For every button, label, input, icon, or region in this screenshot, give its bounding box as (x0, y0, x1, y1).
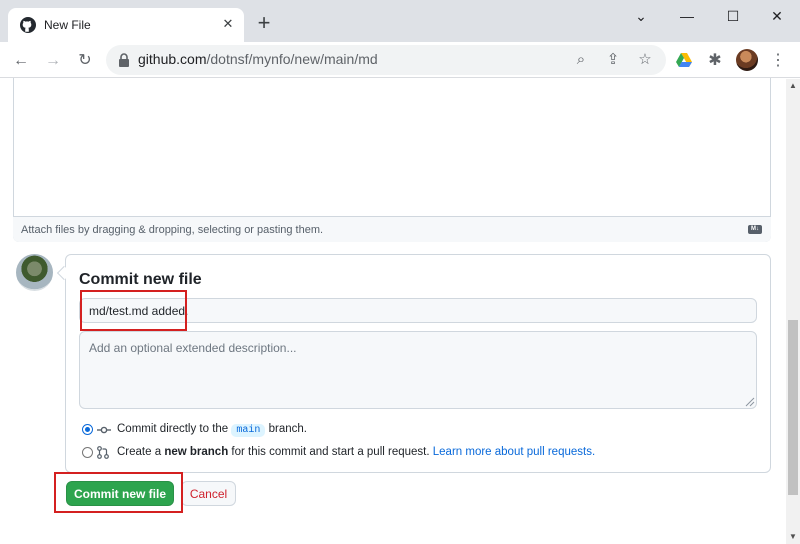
markdown-icon: M↓ (748, 225, 762, 234)
url-path: /dotnsf/mynfo/new/main/md (206, 51, 378, 67)
scroll-up-icon[interactable]: ▲ (786, 79, 800, 93)
radio-commit-direct[interactable] (82, 424, 93, 435)
commit-description-input[interactable] (79, 331, 757, 409)
url-text: github.com/dotnsf/mynfo/new/main/md (138, 51, 378, 67)
option-new-branch-middle: for this commit and start a pull request… (231, 446, 430, 458)
menu-kebab-icon[interactable]: ⋮ (767, 50, 789, 72)
git-pull-request-icon (97, 446, 109, 459)
attach-files-bar[interactable]: Attach files by dragging & dropping, sel… (13, 216, 771, 242)
github-icon (20, 17, 36, 33)
zoom-icon[interactable]: ⌕ (570, 49, 592, 71)
learn-more-link[interactable]: Learn more about pull requests. (433, 446, 595, 458)
address-bar[interactable]: github.com/dotnsf/mynfo/new/main/md ⌕ ⇪ … (106, 45, 666, 75)
new-tab-icon[interactable]: + (254, 12, 274, 34)
scroll-down-icon[interactable]: ▼ (786, 530, 800, 544)
share-icon[interactable]: ⇪ (602, 49, 624, 71)
tab-search-icon[interactable]: ⌄ (618, 0, 664, 32)
highlight-commit-button-box (54, 472, 183, 513)
option-direct-label[interactable]: Commit directly to the main branch. (117, 423, 307, 437)
tab-close-icon[interactable]: ✕ (220, 16, 236, 32)
profile-avatar[interactable] (736, 49, 758, 71)
lock-icon (119, 53, 129, 67)
option-new-branch-prefix: Create a (117, 446, 162, 458)
git-commit-icon (97, 426, 111, 434)
back-arrow-icon[interactable]: ← (10, 50, 32, 72)
tab-title: New File (44, 18, 91, 32)
url-host: github.com (138, 51, 207, 67)
resize-grip-icon[interactable] (745, 397, 755, 407)
option-direct-suffix: branch. (268, 423, 307, 435)
option-new-branch-label[interactable]: Create a new branch for this commit and … (117, 446, 595, 458)
radio-new-branch[interactable] (82, 447, 93, 458)
browser-tab[interactable]: New File ✕ (8, 8, 244, 42)
cancel-button[interactable]: Cancel (181, 481, 236, 506)
scrollbar-thumb[interactable] (788, 320, 798, 495)
user-avatar (16, 254, 53, 291)
minimize-icon[interactable]: — (664, 0, 710, 32)
bookmark-star-icon[interactable]: ☆ (634, 49, 656, 71)
option-direct-prefix: Commit directly to the (117, 423, 229, 435)
close-window-icon[interactable]: ✕ (754, 0, 800, 32)
reload-icon[interactable]: ↻ (74, 50, 96, 72)
extensions-icon[interactable]: ✱ (704, 50, 726, 72)
google-drive-icon[interactable] (676, 53, 692, 67)
maximize-icon[interactable]: ☐ (710, 0, 756, 32)
forward-arrow-icon[interactable]: → (42, 50, 64, 72)
attach-hint: Attach files by dragging & dropping, sel… (21, 224, 324, 236)
commit-title: Commit new file (79, 271, 202, 288)
highlight-summary-box (80, 290, 187, 331)
option-new-branch-bold: new branch (164, 446, 229, 458)
branch-name-chip: main (231, 424, 266, 437)
browser-toolbar: ← → ↻ github.com/dotnsf/mynfo/new/main/m… (0, 42, 800, 78)
